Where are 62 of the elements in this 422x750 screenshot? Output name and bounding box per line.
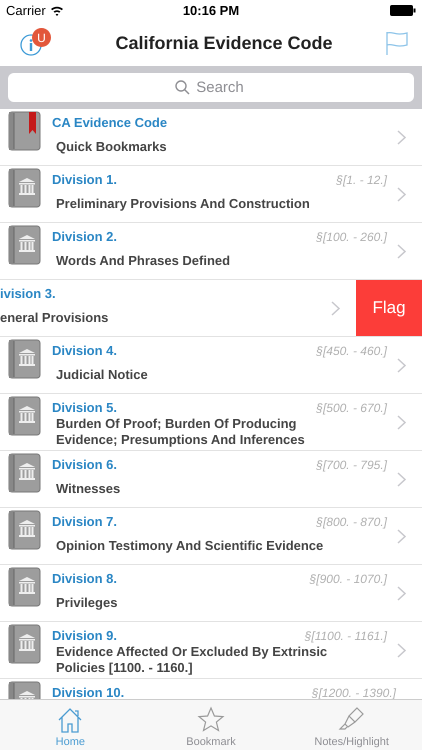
division-title: Division 5. — [52, 400, 118, 415]
division-title: Division 7. — [52, 514, 118, 529]
division-name: Judicial Notice — [56, 366, 148, 382]
section-range: §[900. - 1070.] — [310, 572, 387, 586]
division-title: Division 4. — [52, 343, 118, 358]
division-name: Witnesses — [56, 480, 120, 496]
division-title: Division 10. — [52, 685, 126, 699]
search-icon — [175, 80, 190, 95]
division-name: Quick Bookmarks — [56, 138, 167, 154]
chevron-icon — [397, 414, 406, 430]
tab-button[interactable]: Home — [0, 700, 141, 750]
division-title: CA Evidence Code — [52, 115, 168, 130]
section-range: §[500. - 670.] — [316, 401, 387, 415]
book-building-icon — [8, 225, 42, 266]
book-building-icon — [8, 168, 42, 209]
division-title: Division 9. — [52, 628, 118, 643]
division-name: Opinion Testimony And Scientific Evidence — [56, 538, 324, 554]
section-range: §[100. - 260.] — [316, 230, 387, 244]
chevron-icon — [397, 642, 406, 658]
flag-button[interactable]: Flag — [356, 280, 422, 336]
book-building-icon — [8, 624, 42, 665]
chevron-icon — [397, 244, 406, 258]
division-name: Privileges — [56, 594, 118, 610]
chevron-icon — [397, 186, 406, 202]
book-bookmark-icon — [8, 111, 42, 152]
chevron-icon — [397, 358, 406, 372]
division-name: Evidence Affected Or Excluded By Extrinsic Policies [1100. - 1160.] — [56, 644, 328, 676]
chevron-icon — [397, 472, 406, 486]
tab-button[interactable]: Notes/Highlight — [281, 700, 422, 750]
chevron-icon — [331, 300, 340, 316]
star-icon — [197, 706, 225, 734]
division-name: eneral Provisions — [0, 310, 108, 326]
book-building-icon — [8, 396, 42, 437]
search-field[interactable]: Search — [8, 73, 414, 102]
section-range: §[450. - 460.] — [316, 344, 387, 358]
book-building-icon — [8, 339, 42, 380]
flag-icon[interactable] — [384, 30, 410, 56]
tab-button[interactable]: Bookmark — [140, 700, 282, 750]
division-title: Division 2. — [52, 229, 118, 244]
notification-badge: U — [32, 28, 51, 47]
book-building-icon — [8, 453, 42, 494]
carrier-name: Carrier — [6, 2, 46, 18]
division-name: Burden Of Proof; Burden Of Producing Evidence; Presumptions And Inferences — [56, 416, 306, 448]
wifi-icon — [50, 4, 64, 16]
division-title: Division 6. — [52, 457, 118, 472]
section-range: §[1. - 12.] — [336, 173, 387, 187]
section-range: §[700. - 795.] — [316, 458, 387, 472]
section-range: §[800. - 870.] — [316, 515, 387, 529]
screen-title: California Evidence Code — [114, 32, 334, 54]
book-building-icon — [8, 567, 42, 608]
chevron-icon — [397, 586, 406, 600]
division-name: Words And Phrases Defined — [56, 252, 230, 268]
division-name: Preliminary Provisions And Construction — [56, 196, 310, 212]
division-title: Division 8. — [52, 571, 118, 586]
battery-icon — [390, 4, 416, 16]
clock-time: 10:16 PM — [182, 2, 240, 18]
book-building-icon — [8, 510, 42, 551]
division-title: Division 1. — [52, 172, 118, 187]
division-title: ivision 3. — [0, 286, 57, 301]
chevron-icon — [397, 528, 406, 544]
chevron-icon — [397, 130, 406, 144]
section-range: §[1100. - 1161.] — [304, 629, 387, 643]
